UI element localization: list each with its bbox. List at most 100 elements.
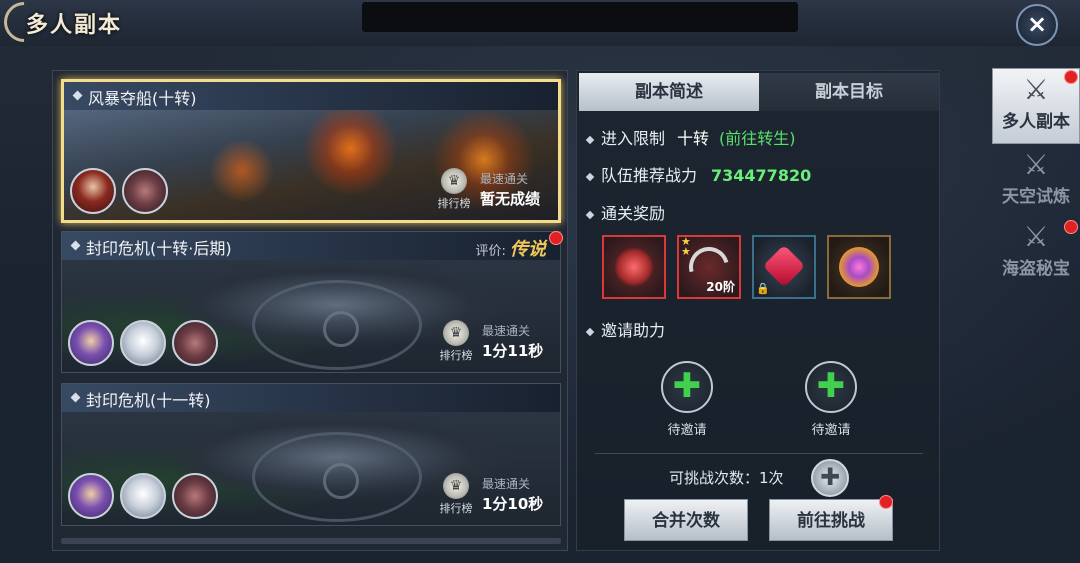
trophy-icon: ♛ xyxy=(441,168,467,194)
fastest-clear-label: 最速通关 xyxy=(482,477,531,491)
rating-value: 传说 xyxy=(510,239,546,260)
rating: 评价: 传说 xyxy=(475,235,546,261)
diamond-icon xyxy=(585,135,595,144)
ruby-icon xyxy=(762,244,806,288)
dungeon-card-seal-crisis-late[interactable]: 封印危机(十转·后期) 评价: 传说 ♛ 排行榜 最速通关 1分11秒 xyxy=(61,231,561,373)
dungeon-header: 风暴夺船(十转) xyxy=(64,82,558,110)
tab-goal[interactable]: 副本目标 xyxy=(759,73,939,111)
boss-avatar xyxy=(172,473,218,519)
invite-row: 邀请助力 xyxy=(585,317,666,341)
boss-avatars xyxy=(70,168,168,214)
plus-icon: ✚ xyxy=(661,361,713,413)
sidebar-tab-label: 天空试炼 xyxy=(1002,187,1070,207)
close-icon: × xyxy=(1026,10,1048,38)
rating-label: 评价: xyxy=(475,244,506,259)
entry-limit-row: 进入限制 十转 (前往转生) xyxy=(585,125,796,149)
leaderboard-button[interactable]: ♛ 排行榜 xyxy=(436,473,476,519)
diamond-icon xyxy=(70,240,81,251)
reward-level: 20阶 xyxy=(706,280,735,294)
recommended-power-row: 队伍推荐战力 734477820 xyxy=(585,162,812,186)
fastest-clear-label: 最速通关 xyxy=(482,324,531,338)
trophy-icon: ♛ xyxy=(443,320,469,346)
leaderboard-label: 排行榜 xyxy=(439,349,473,362)
invite-slot-label: 待邀请 xyxy=(667,423,707,438)
rewards-row: 通关奖励 xyxy=(585,200,666,224)
divider xyxy=(595,453,923,454)
rebirth-link[interactable]: (前往转生) xyxy=(719,129,796,148)
boss-avatar xyxy=(172,320,218,366)
fastest-clear-label: 最速通关 xyxy=(480,172,529,186)
lock-icon: 🔒 xyxy=(756,282,770,295)
invite-slot-1[interactable]: ✚ 待邀请 xyxy=(657,361,717,438)
diamond-icon xyxy=(585,172,595,181)
attempts-count: 可挑战次数：1次 xyxy=(669,469,784,487)
invite-label: 邀请助力 xyxy=(601,321,666,340)
fastest-clear-value: 1分10秒 xyxy=(482,495,544,513)
dungeon-list[interactable]: 风暴夺船(十转) ♛ 排行榜 最速通关 暂无成绩 封印危机(十转·后期) 评价:… xyxy=(52,70,568,551)
dungeon-card-seal-crisis-11[interactable]: 封印危机(十一转) ♛ 排行榜 最速通关 1分10秒 xyxy=(61,383,561,526)
add-attempts-button[interactable]: ✚ xyxy=(811,459,849,497)
trophy-icon: ♛ xyxy=(443,473,469,499)
list-scrollbar[interactable] xyxy=(61,538,561,544)
boss-avatars xyxy=(68,473,218,519)
boss-avatars xyxy=(68,320,218,366)
invite-slot-label: 待邀请 xyxy=(811,423,851,438)
boss-avatar xyxy=(120,320,166,366)
diamond-icon xyxy=(585,327,595,336)
go-challenge-button[interactable]: 前往挑战 xyxy=(769,499,893,541)
boss-avatar xyxy=(122,168,168,214)
leaderboard-label: 排行榜 xyxy=(439,502,473,515)
recommended-power-value: 734477820 xyxy=(711,166,812,185)
crossed-swords-icon: ⚔ xyxy=(1023,148,1049,181)
notification-dot xyxy=(1064,70,1078,84)
notification-dot xyxy=(549,231,563,245)
close-button[interactable]: × xyxy=(1016,4,1058,46)
sidebar-tab-label: 多人副本 xyxy=(1002,112,1070,132)
record-box: ♛ 排行榜 最速通关 暂无成绩 xyxy=(434,168,550,214)
page-title: 多人副本 xyxy=(26,12,123,38)
sidebar-tab-sky-trial[interactable]: ⚔ 天空试炼 xyxy=(992,144,1080,220)
reward-item-bow[interactable]: ★ ★ 20阶 xyxy=(677,235,741,299)
merge-attempts-button[interactable]: 合并次数 xyxy=(624,499,748,541)
dungeon-name: 封印危机(十转·后期) xyxy=(86,239,232,258)
entry-limit-value: 十转 xyxy=(677,129,710,148)
dungeon-info-panel: 副本简述 副本目标 进入限制 十转 (前往转生) 队伍推荐战力 734477820 通… xyxy=(576,70,940,551)
fastest-clear-value: 1分11秒 xyxy=(482,342,544,360)
recommended-power-label: 队伍推荐战力 xyxy=(601,166,698,185)
entry-limit-label: 进入限制 xyxy=(601,129,666,148)
notification-dot xyxy=(879,495,893,509)
claw-icon xyxy=(614,247,654,287)
notification-dot xyxy=(1064,220,1078,234)
dungeon-name: 封印危机(十一转) xyxy=(86,391,211,410)
seal-emblem xyxy=(252,280,422,370)
diamond-icon xyxy=(585,210,595,219)
tab-overview[interactable]: 副本简述 xyxy=(579,73,759,111)
dungeon-header: 封印危机(十一转) xyxy=(62,384,560,412)
top-bar: 多人副本 × xyxy=(0,0,1080,51)
leaderboard-button[interactable]: ♛ 排行榜 xyxy=(436,320,476,366)
reward-item-orb[interactable] xyxy=(827,235,891,299)
boss-avatar xyxy=(120,473,166,519)
boss-avatar xyxy=(68,320,114,366)
reward-item-ruby[interactable]: 🔒 xyxy=(752,235,816,299)
seal-emblem xyxy=(252,432,422,522)
record-box: ♛ 排行榜 最速通关 1分10秒 xyxy=(436,473,552,519)
record-box: ♛ 排行榜 最速通关 1分11秒 xyxy=(436,320,552,366)
star-icon: ★ ★ xyxy=(681,235,691,258)
diamond-icon xyxy=(70,392,81,403)
boss-avatar xyxy=(68,473,114,519)
dungeon-header: 封印危机(十转·后期) 评价: 传说 xyxy=(62,232,560,260)
redacted-banner xyxy=(362,2,798,32)
rewards-label: 通关奖励 xyxy=(601,204,666,223)
boss-avatar xyxy=(70,168,116,214)
diamond-icon xyxy=(72,90,83,101)
plus-icon: ✚ xyxy=(805,361,857,413)
reward-item-claw[interactable] xyxy=(602,235,666,299)
dungeon-name: 风暴夺船(十转) xyxy=(88,89,197,108)
sidebar-tab-label: 海盗秘宝 xyxy=(1002,259,1070,279)
orb-icon xyxy=(839,247,879,287)
invite-slot-2[interactable]: ✚ 待邀请 xyxy=(801,361,861,438)
dungeon-card-storm-ship[interactable]: 风暴夺船(十转) ♛ 排行榜 最速通关 暂无成绩 xyxy=(61,79,561,223)
leaderboard-label: 排行榜 xyxy=(437,197,471,210)
leaderboard-button[interactable]: ♛ 排行榜 xyxy=(434,168,474,214)
